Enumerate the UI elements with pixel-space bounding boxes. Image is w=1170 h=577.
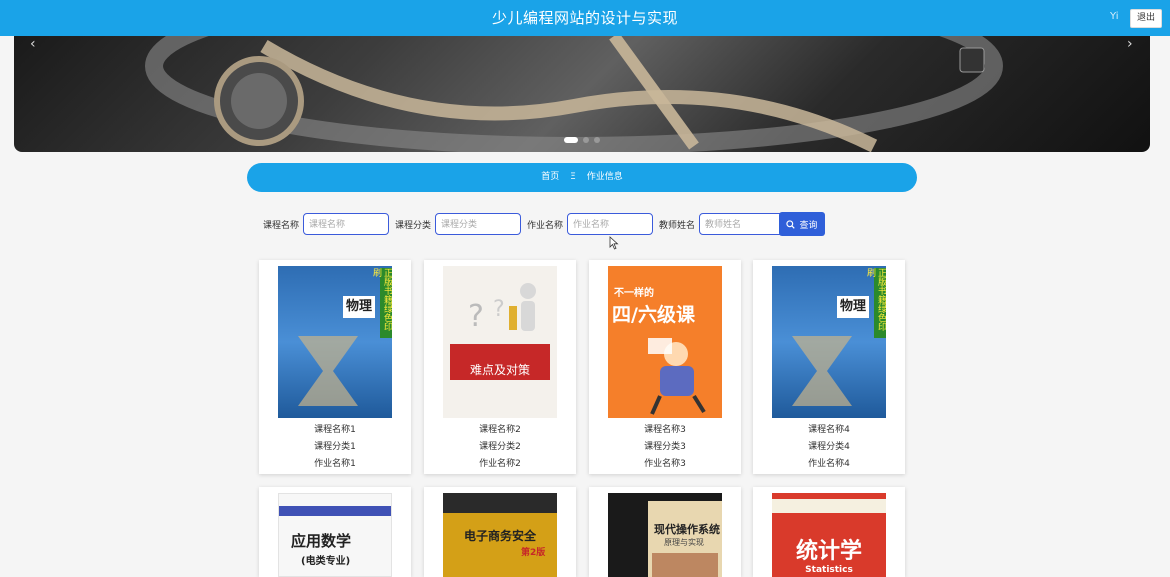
- breadcrumb: 首页 Ξ 作业信息: [247, 163, 917, 192]
- homework-card-8[interactable]: 统计学 Statistics: [753, 487, 905, 577]
- homework-name-label: 作业名称: [527, 220, 564, 231]
- course-category-filter: 课程分类: [395, 212, 522, 236]
- course-category-input[interactable]: [435, 213, 522, 235]
- course-name-filter: 课程名称: [263, 212, 390, 236]
- user-label: Yi: [1110, 11, 1119, 22]
- card-cover: 电子商务安全 第2版: [443, 493, 557, 577]
- homework-card-7[interactable]: 现代操作系统 原理与实现: [589, 487, 741, 577]
- card-homework-name: 作业名称4: [808, 459, 850, 469]
- homework-name-filter: 作业名称: [527, 212, 654, 236]
- banner-image: [145, 36, 1003, 152]
- card-course-category: 课程分类3: [644, 442, 686, 452]
- homework-card-1[interactable]: 物理 正版书籍绿色印刷 课程名称1 课程分类1 作业名称1: [259, 260, 411, 474]
- carousel-dot-2[interactable]: [583, 137, 589, 143]
- card-cover: 物理 正版书籍绿色印刷: [278, 266, 392, 418]
- cover-title: 电子商务安全: [463, 529, 536, 543]
- carousel-indicators: [564, 137, 600, 143]
- cover-side-text: 第2版: [521, 548, 546, 558]
- svg-text:?: ?: [493, 297, 505, 322]
- hourglass-image: [298, 336, 358, 406]
- student-illustration: [648, 338, 706, 415]
- card-course-name: 课程名称4: [808, 425, 850, 435]
- query-button[interactable]: 查询: [779, 212, 825, 236]
- homework-card-6[interactable]: 电子商务安全 第2版: [424, 487, 576, 577]
- mouse-cursor-icon: [609, 236, 619, 250]
- breadcrumb-current: 作业信息: [586, 172, 623, 182]
- banner-carousel[interactable]: ‹ ›: [14, 36, 1150, 152]
- homework-name-input[interactable]: [567, 213, 654, 235]
- teacher-name-label: 教师姓名: [659, 220, 696, 231]
- course-category-label: 课程分类: [395, 220, 432, 231]
- cover-title: 应用数学: [291, 532, 352, 550]
- homework-card-2[interactable]: ? ? 难点及对策 课程名称2 课程分类2 作业名称2: [424, 260, 576, 474]
- card-course-name: 课程名称2: [479, 425, 521, 435]
- card-cover: ? ? 难点及对策: [443, 266, 557, 418]
- card-course-name: 课程名称1: [314, 425, 356, 435]
- carousel-dot-3[interactable]: [594, 137, 600, 143]
- cover-title: 统计学: [795, 538, 862, 564]
- hourglass-image: [792, 336, 852, 406]
- top-bar: 少儿编程网站的设计与实现 Yi 退出: [0, 0, 1170, 36]
- card-course-category: 课程分类1: [314, 442, 356, 452]
- cover-title: 难点及对策: [450, 344, 550, 380]
- homework-card-3[interactable]: 不一样的 四/六级课 课程名称3 课程分类3 作业名称3: [589, 260, 741, 474]
- carousel-next-arrow[interactable]: ›: [1127, 36, 1133, 52]
- carousel-dot-1[interactable]: [564, 137, 578, 143]
- card-cover: 不一样的 四/六级课: [608, 266, 722, 418]
- teacher-name-input[interactable]: [699, 213, 786, 235]
- card-homework-name: 作业名称1: [314, 459, 356, 469]
- card-cover: 统计学 Statistics: [772, 493, 886, 577]
- course-name-input[interactable]: [303, 213, 390, 235]
- breadcrumb-separator: Ξ: [570, 172, 576, 182]
- search-icon: [786, 219, 796, 229]
- cover-side-text: Statistics: [805, 565, 853, 575]
- question-mark-image: ? ?: [468, 283, 536, 334]
- carousel-prev-arrow[interactable]: ‹: [30, 36, 36, 52]
- homework-card-4[interactable]: 物理 正版书籍绿色印刷 课程名称4 课程分类4 作业名称4: [753, 260, 905, 474]
- card-course-category: 课程分类2: [479, 442, 521, 452]
- card-cover: 应用数学 (电类专业): [278, 493, 392, 577]
- card-course-category: 课程分类4: [808, 442, 850, 452]
- cover-title: 现代操作系统: [654, 523, 720, 536]
- card-homework-name: 作业名称2: [479, 459, 521, 469]
- card-cover: 物理 正版书籍绿色印刷: [772, 266, 886, 418]
- site-title: 少儿编程网站的设计与实现: [491, 9, 678, 27]
- logout-button[interactable]: 退出: [1130, 9, 1162, 28]
- card-cover: 现代操作系统 原理与实现: [608, 493, 722, 577]
- teacher-name-filter: 教师姓名: [659, 212, 786, 236]
- card-homework-name: 作业名称3: [644, 459, 686, 469]
- query-button-label: 查询: [799, 220, 818, 231]
- course-name-label: 课程名称: [263, 220, 300, 231]
- svg-text:?: ?: [468, 299, 484, 334]
- card-course-name: 课程名称3: [644, 425, 686, 435]
- breadcrumb-home[interactable]: 首页: [541, 172, 559, 182]
- cover-side-text: (电类专业): [301, 556, 351, 567]
- homework-card-5[interactable]: 应用数学 (电类专业): [259, 487, 411, 577]
- cover-side-text: 原理与实现: [664, 538, 704, 547]
